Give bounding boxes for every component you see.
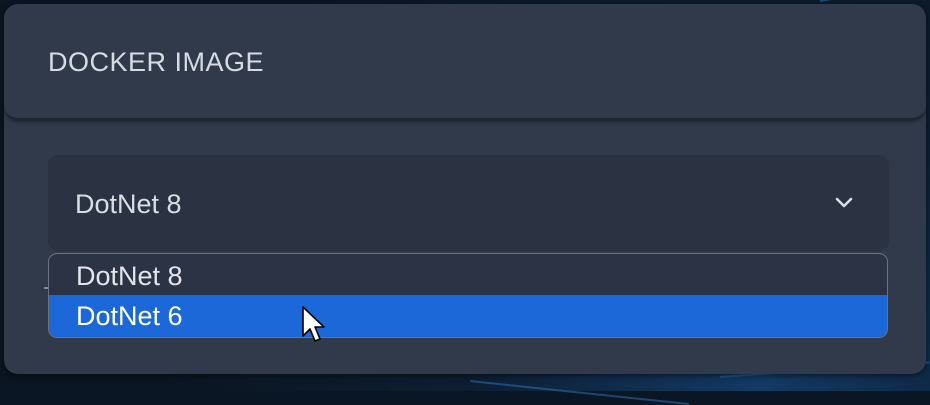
arrow-cursor-icon [302,306,325,342]
select-dropdown-list[interactable]: DotNet 8 DotNet 6 [48,253,888,338]
chevron-down-icon [835,197,853,208]
docker-image-select[interactable]: DotNet 8 [48,155,889,251]
panel-title: DOCKER IMAGE [48,47,265,77]
panel-header: DOCKER IMAGE [4,4,926,120]
background-streak [819,0,929,2]
select-current-value: DotNet 8 [75,189,182,219]
background-streak [469,380,689,405]
option-dotnet-8[interactable]: DotNet 8 [49,255,887,297]
option-dotnet-6[interactable]: DotNet 6 [49,295,887,337]
